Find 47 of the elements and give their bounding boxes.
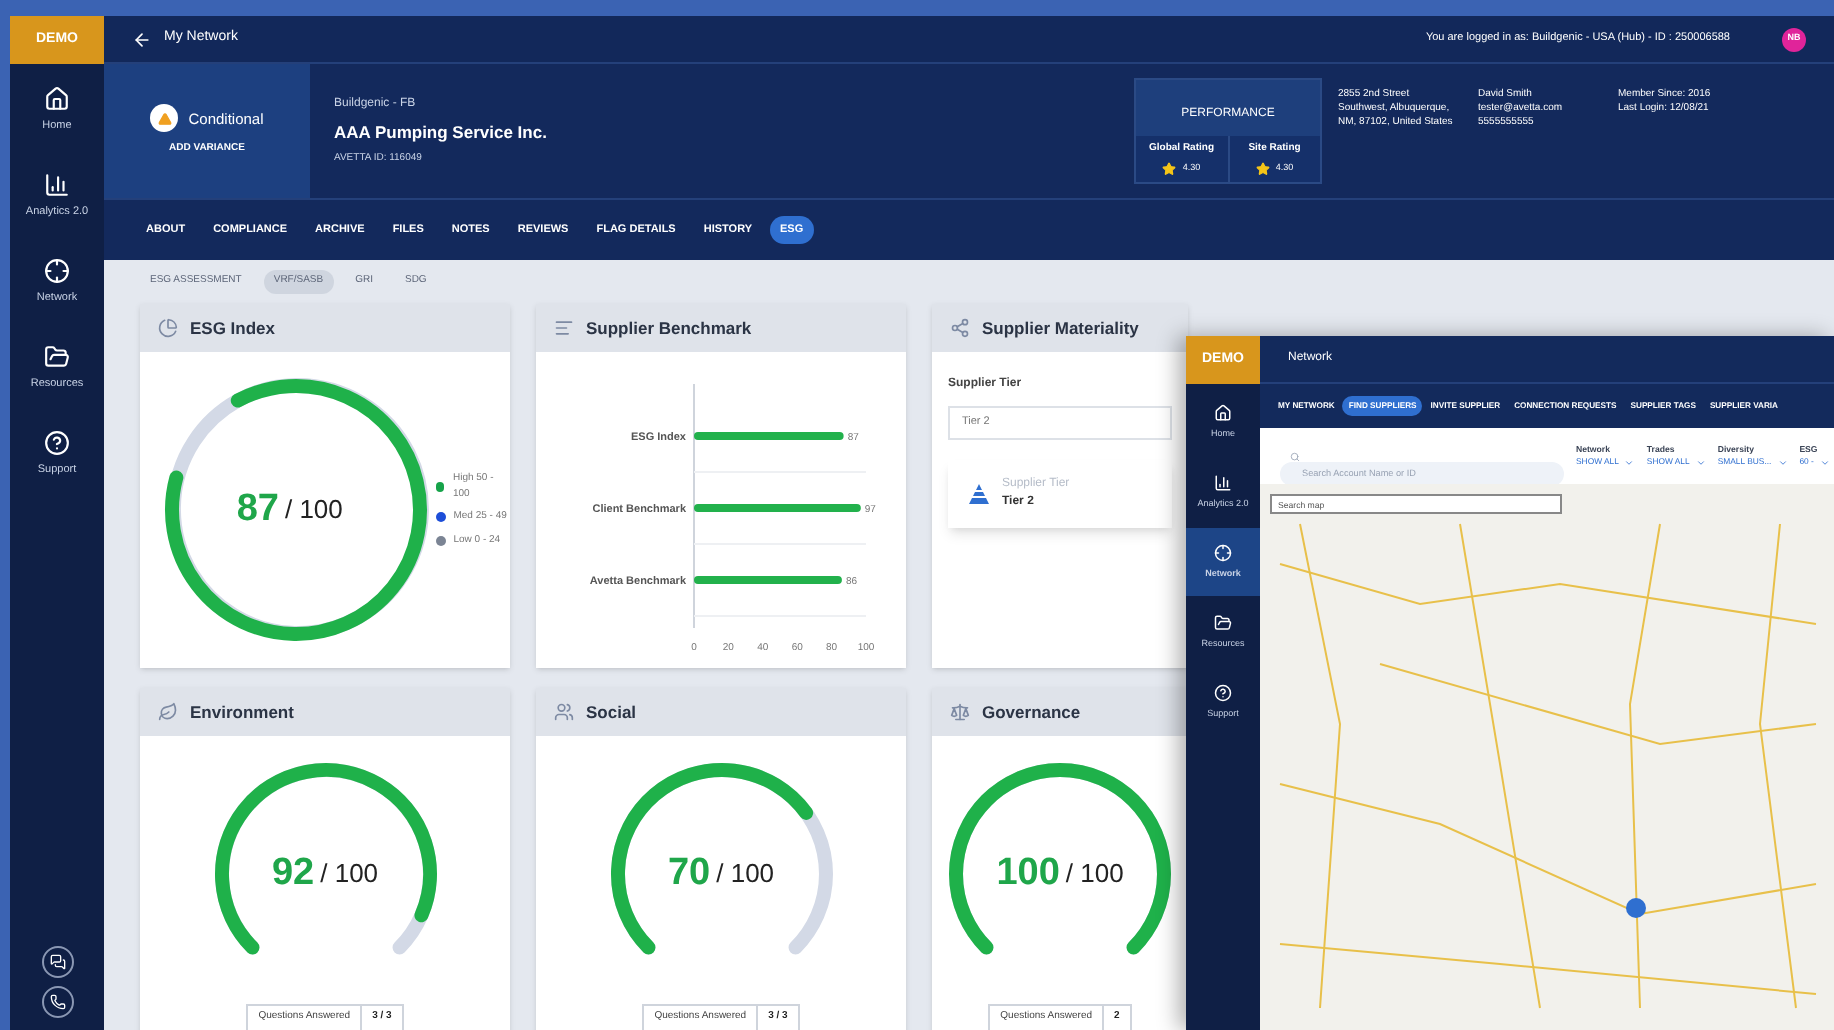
company-name: AAA Pumping Service Inc. (334, 119, 549, 146)
support-icon (44, 430, 70, 457)
card-title: ESG Index (190, 315, 276, 341)
caret-icon (1819, 457, 1830, 468)
caret-icon (1777, 457, 1788, 468)
resources-icon (1214, 613, 1232, 632)
people-icon (554, 702, 574, 722)
home-icon (44, 86, 70, 113)
warning-icon (150, 104, 179, 133)
score-max: / 100 (1065, 856, 1124, 893)
chat-button[interactable] (41, 946, 73, 978)
score-value: 92 (271, 849, 315, 898)
card-title: Supplier Benchmark (586, 315, 752, 341)
score-max: / 100 (284, 492, 343, 529)
score-max: / 100 (716, 856, 775, 893)
card-title: Social (586, 699, 637, 725)
card-title: Environment (190, 699, 294, 725)
phone-button[interactable] (41, 986, 73, 1018)
scales-icon (950, 702, 970, 722)
caret-icon (1624, 457, 1635, 468)
score-value: 70 (667, 849, 711, 898)
score-value: 100 (996, 849, 1060, 898)
pyramid-icon (968, 484, 990, 504)
back-button[interactable] (132, 29, 152, 49)
card-title: Governance (982, 699, 1081, 725)
chat-icon (49, 954, 65, 970)
phone-icon (49, 994, 65, 1010)
share-icon (950, 318, 970, 338)
analytics-icon (44, 172, 70, 199)
card-title: Supplier Materiality (982, 315, 1139, 341)
score-max: / 100 (320, 856, 379, 893)
support-icon (1214, 683, 1232, 702)
map-marker-icon (1626, 898, 1646, 918)
caret-icon (1695, 457, 1706, 468)
star-icon (1255, 161, 1270, 176)
score-value: 87 (236, 485, 279, 534)
back-arrow-icon (132, 29, 152, 49)
search-icon (1290, 451, 1300, 461)
pie-chart-icon (158, 318, 178, 338)
resources-icon (44, 344, 70, 371)
bars-icon (554, 318, 574, 338)
network-icon (1214, 543, 1232, 562)
leaf-icon (158, 702, 178, 722)
star-icon (1162, 161, 1177, 176)
network-icon (44, 258, 70, 285)
home-icon (1214, 403, 1232, 422)
analytics-icon (1214, 473, 1232, 492)
